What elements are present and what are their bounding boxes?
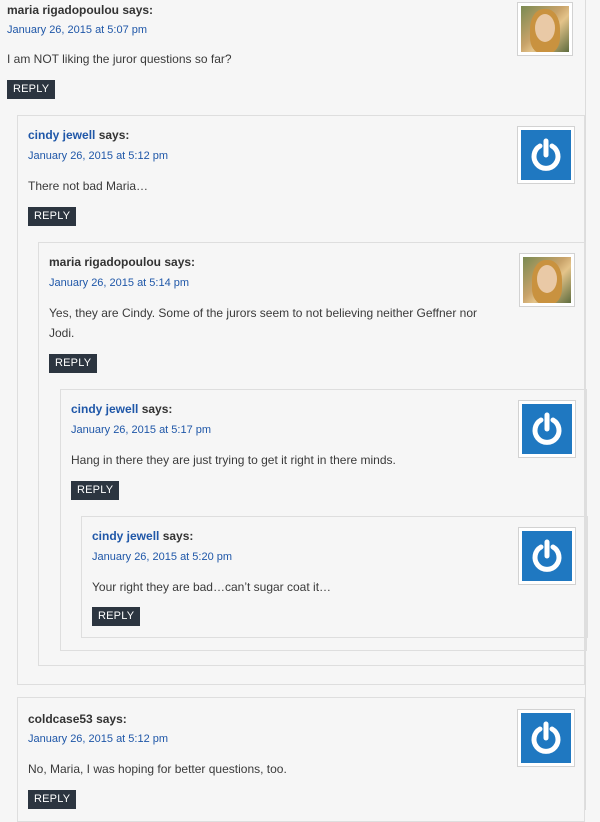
comment-text: Your right they are bad…can’t sugar coat… [92,580,332,594]
comment-author-line: cindy jewell says: [71,402,172,416]
comment-text: No, Maria, I was hoping for better quest… [28,762,287,776]
power-icon [522,404,572,454]
comment-date-link[interactable]: January 26, 2015 at 5:12 pm [28,733,168,745]
comment-author-line: coldcase53 says: [28,712,127,726]
comment-author-name: maria rigadopoulou [49,255,162,269]
power-icon [521,713,571,763]
comment-says: says: [162,529,194,543]
reply-button[interactable]: REPLY [28,790,77,809]
comment-author-link[interactable]: cindy jewell [28,128,95,142]
comment-author-line: cindy jewell says: [28,128,129,142]
comment-date-link[interactable]: January 26, 2015 at 5:20 pm [92,551,232,563]
comment-author-name: coldcase53 [28,712,93,726]
avatar [517,709,575,767]
comment-0: maria rigadopoulou says: January 26, 201… [0,0,585,110]
comment-author-line: maria rigadopoulou says: [49,255,195,269]
comment-text: Yes, they are Cindy. Some of the jurors … [49,306,478,340]
comment-says: says: [122,3,154,17]
comment-date-link[interactable]: January 26, 2015 at 5:12 pm [28,150,168,162]
avatar [518,400,576,458]
photo-avatar [523,257,571,303]
comment-says: says: [96,712,127,726]
photo-avatar [521,6,569,52]
comment-says: says: [141,402,173,416]
comment-text: Hang in there they are just trying to ge… [71,453,396,467]
comment-date-link[interactable]: January 26, 2015 at 5:07 pm [7,24,147,36]
reply-button[interactable]: REPLY [92,607,141,626]
comment-says: says: [98,128,130,142]
comment-4: cindy jewell says: January 26, 2015 at 5… [81,516,588,638]
comment-author-name: maria rigadopoulou [7,3,120,17]
comment-2: maria rigadopoulou says: January 26, 201… [38,242,588,666]
reply-button[interactable]: REPLY [7,80,56,99]
comment-author-line: cindy jewell says: [92,529,193,543]
reply-button[interactable]: REPLY [71,481,120,500]
comment-date-link[interactable]: January 26, 2015 at 5:17 pm [71,424,211,436]
reply-button[interactable]: REPLY [49,354,98,373]
comment-text: I am NOT liking the juror questions so f… [7,52,232,66]
avatar [519,253,575,307]
comment-says: says: [164,255,196,269]
power-icon [521,130,571,180]
power-icon [522,531,572,581]
comment-author-line: maria rigadopoulou says: [7,3,153,17]
comment-1: cindy jewell says: January 26, 2015 at 5… [17,115,588,685]
reply-button[interactable]: REPLY [28,207,77,226]
avatar [518,527,576,585]
comment-author-link[interactable]: cindy jewell [92,529,159,543]
avatar [517,2,573,56]
comment-3: cindy jewell says: January 26, 2015 at 5… [60,389,588,651]
avatar [517,126,575,184]
comment-5: coldcase53 says: January 26, 2015 at 5:1… [17,697,585,822]
comment-author-link[interactable]: cindy jewell [71,402,138,416]
comment-date-link[interactable]: January 26, 2015 at 5:14 pm [49,277,189,289]
comment-text: There not bad Maria… [28,179,149,193]
